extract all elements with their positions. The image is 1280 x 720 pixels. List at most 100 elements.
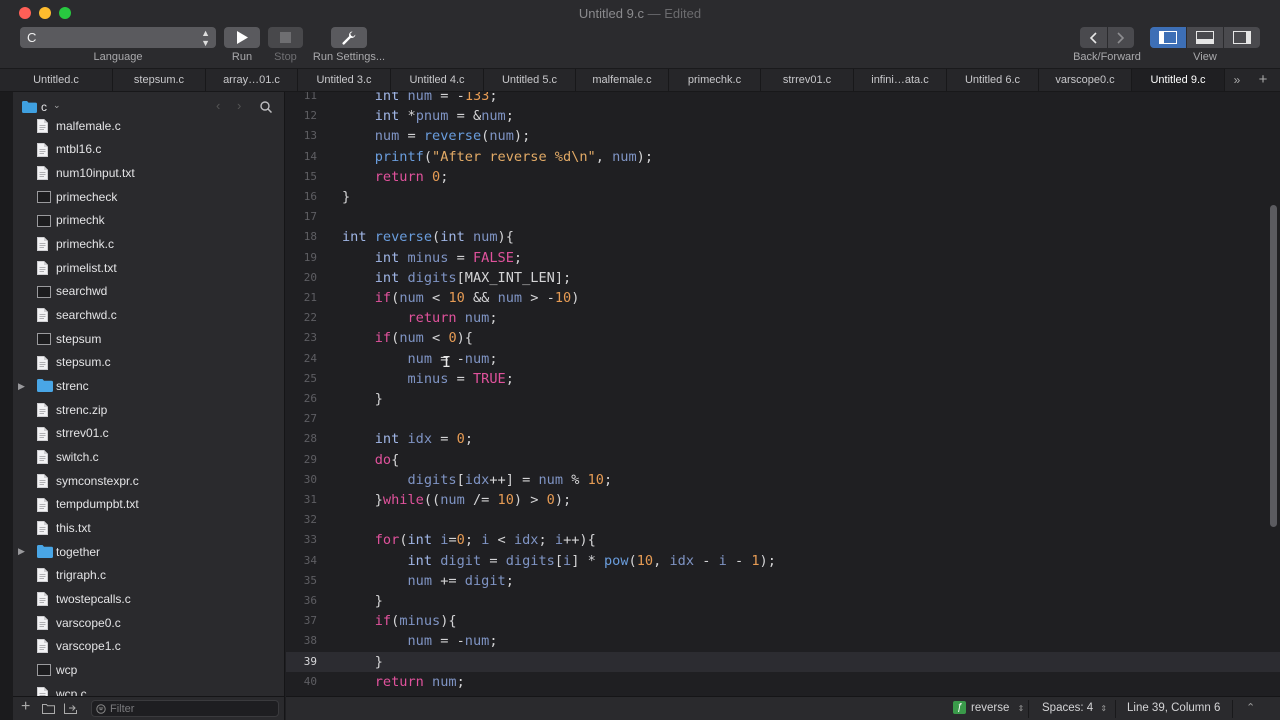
search-icon[interactable] xyxy=(260,101,272,113)
code-line[interactable]: 40 return num; xyxy=(286,672,1280,692)
file-item[interactable]: malfemale.c xyxy=(13,114,284,138)
scrollbar-thumb[interactable] xyxy=(1270,205,1277,527)
code-line[interactable]: 24 num = -num; xyxy=(286,349,1280,369)
file-item[interactable]: mtbl16.c xyxy=(13,138,284,162)
nav-forward-icon[interactable]: › xyxy=(237,98,241,113)
tab-untitled[interactable]: Untitled.c xyxy=(0,69,113,91)
code-line[interactable]: 32 xyxy=(286,510,1280,530)
forward-button[interactable] xyxy=(1108,27,1135,48)
file-item[interactable]: primecheck xyxy=(13,185,284,209)
code-line[interactable]: 23 if(num < 0){ xyxy=(286,328,1280,348)
tab-varscope0[interactable]: varscope0.c xyxy=(1039,69,1132,91)
code-line[interactable]: 36 } xyxy=(286,591,1280,611)
file-item[interactable]: strrev01.c xyxy=(13,422,284,446)
code-line[interactable]: 18 int reverse(int num){ xyxy=(286,227,1280,247)
play-icon xyxy=(237,31,248,44)
file-item[interactable]: symconstexpr.c xyxy=(13,469,284,493)
file-item[interactable]: this.txt xyxy=(13,516,284,540)
tab-primechk[interactable]: primechk.c xyxy=(669,69,761,91)
code-line[interactable]: 20 int digits[MAX_INT_LEN]; xyxy=(286,268,1280,288)
file-item[interactable]: num10input.txt xyxy=(13,161,284,185)
code-line[interactable]: 22 return num; xyxy=(286,308,1280,328)
file-item[interactable]: stepsum.c xyxy=(13,351,284,375)
file-item[interactable]: varscope1.c xyxy=(13,634,284,658)
file-item[interactable]: trigraph.c xyxy=(13,563,284,587)
add-icon[interactable]: + xyxy=(21,698,30,716)
tab-stepsum[interactable]: stepsum.c xyxy=(113,69,206,91)
file-item[interactable]: stepsum xyxy=(13,327,284,351)
disclosure-triangle-icon[interactable]: ▶ xyxy=(18,546,28,557)
folder-item[interactable]: ▶ together xyxy=(13,540,284,564)
language-select[interactable]: C ▲ ▼ xyxy=(20,27,216,48)
indentation-selector[interactable]: Spaces: 4 ⇕ xyxy=(1042,697,1107,720)
file-item[interactable]: searchwd xyxy=(13,280,284,304)
tab-untitled-4[interactable]: Untitled 4.c xyxy=(391,69,484,91)
new-tab-button[interactable]: + xyxy=(1249,69,1277,91)
code-line[interactable]: 11 int num = -133; xyxy=(286,92,1280,106)
code-line[interactable]: 12 int *pnum = &num; xyxy=(286,106,1280,126)
file-item[interactable]: searchwd.c xyxy=(13,303,284,327)
disclosure-triangle-icon[interactable]: ▶ xyxy=(18,381,28,392)
code-line[interactable]: 31 }while((num /= 10) > 0); xyxy=(286,490,1280,510)
tab-overflow-icon[interactable]: » xyxy=(1225,69,1249,91)
back-button[interactable] xyxy=(1080,27,1108,48)
code-line[interactable]: 34 int digit = digits[i] * pow(10, idx -… xyxy=(286,551,1280,571)
file-item[interactable]: primechk.c xyxy=(13,232,284,256)
code-line[interactable]: 33 for(int i=0; i < idx; i++){ xyxy=(286,530,1280,550)
folder-icon xyxy=(22,101,37,113)
new-folder-icon[interactable] xyxy=(42,703,55,714)
run-settings-button[interactable] xyxy=(331,27,367,48)
code-line[interactable]: 13 num = reverse(num); xyxy=(286,126,1280,146)
tab-malfemale[interactable]: malfemale.c xyxy=(576,69,669,91)
file-item[interactable]: wcp xyxy=(13,658,284,682)
tab-strrev01[interactable]: strrev01.c xyxy=(761,69,854,91)
code-line[interactable]: 17 xyxy=(286,207,1280,227)
file-item[interactable]: primelist.txt xyxy=(13,256,284,280)
file-item[interactable]: tempdumpbt.txt xyxy=(13,493,284,517)
toggle-console-button[interactable] xyxy=(1187,27,1224,48)
file-item[interactable]: varscope0.c xyxy=(13,611,284,635)
tab-untitled-5[interactable]: Untitled 5.c xyxy=(484,69,576,91)
tab-untitled-6[interactable]: Untitled 6.c xyxy=(947,69,1039,91)
code-text: printf("After reverse %d\n", num); xyxy=(374,148,654,165)
code-line[interactable]: 25 minus = TRUE; xyxy=(286,369,1280,389)
code-line[interactable]: 30 digits[idx++] = num % 10; xyxy=(286,470,1280,490)
tab-array[interactable]: array…01.c xyxy=(206,69,298,91)
reveal-icon[interactable] xyxy=(64,703,77,714)
code-line[interactable]: 37 if(minus){ xyxy=(286,611,1280,631)
function-selector[interactable]: ƒ reverse ⇕ xyxy=(953,697,1024,720)
code-line[interactable]: 35 num += digit; xyxy=(286,571,1280,591)
filter-input[interactable]: Filter xyxy=(91,700,279,717)
code-editor[interactable]: 40 return num; 39 } 38 num = -num; 37 if(mi… xyxy=(286,92,1280,696)
file-item[interactable]: twostepcalls.c xyxy=(13,587,284,611)
chevron-up-icon[interactable]: ⌃ xyxy=(1246,697,1255,720)
toggle-inspector-button[interactable] xyxy=(1224,27,1260,48)
code-line[interactable]: 16} xyxy=(286,187,1280,207)
document-icon xyxy=(37,615,51,630)
code-line[interactable]: 29 do{ xyxy=(286,450,1280,470)
code-line[interactable]: 27 xyxy=(286,409,1280,429)
code-line[interactable]: 38 num = -num; xyxy=(286,631,1280,651)
chevron-down-icon[interactable]: ⌄ xyxy=(53,100,61,111)
nav-back-icon[interactable]: ‹ xyxy=(216,98,220,113)
editor-scrollbar[interactable] xyxy=(1266,92,1280,696)
code-line[interactable]: 21 if(num < 10 && num > -10) xyxy=(286,288,1280,308)
stop-button[interactable] xyxy=(268,27,303,48)
file-name: varscope0.c xyxy=(56,615,121,630)
code-line[interactable]: 26 } xyxy=(286,389,1280,409)
file-item[interactable]: primechk xyxy=(13,209,284,233)
file-item[interactable]: strenc.zip xyxy=(13,398,284,422)
tab-infinidata[interactable]: infini…ata.c xyxy=(854,69,947,91)
file-item[interactable]: switch.c xyxy=(13,445,284,469)
code-line[interactable]: 39 } xyxy=(286,651,1280,672)
code-line[interactable]: 19 int minus = FALSE; xyxy=(286,248,1280,268)
code-line[interactable]: 15 return 0; xyxy=(286,167,1280,187)
tab-untitled-3[interactable]: Untitled 3.c xyxy=(298,69,391,91)
run-button[interactable] xyxy=(224,27,260,48)
toggle-navigator-button[interactable] xyxy=(1150,27,1188,48)
folder-item[interactable]: ▶ strenc xyxy=(13,374,284,398)
code-line[interactable]: 28 int idx = 0; xyxy=(286,429,1280,449)
tab-untitled-9[interactable]: Untitled 9.c xyxy=(1132,69,1225,91)
code-line[interactable]: 14 printf("After reverse %d\n", num); xyxy=(286,147,1280,167)
file-item[interactable]: wcp.c xyxy=(13,682,284,696)
